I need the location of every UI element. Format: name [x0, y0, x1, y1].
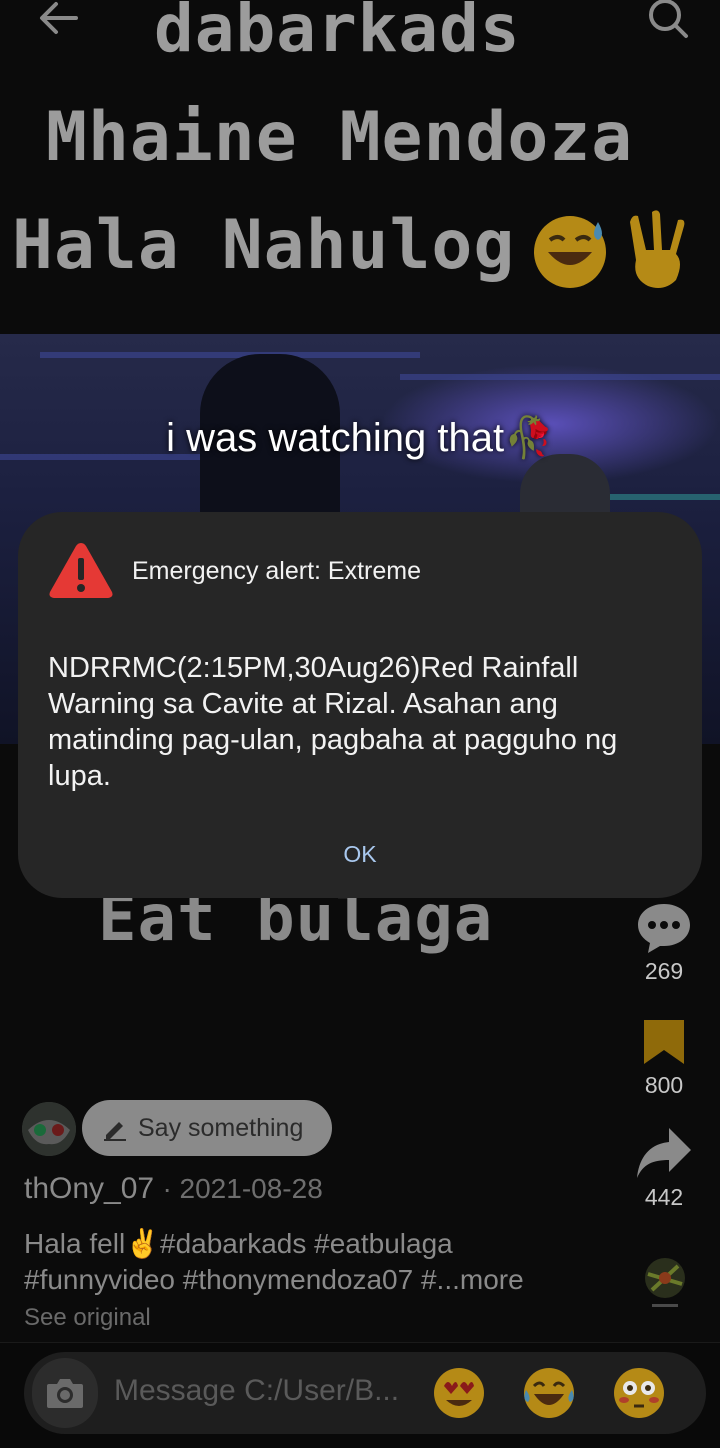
camera-button[interactable]	[32, 1358, 98, 1428]
comment-count: 269	[644, 958, 684, 984]
back-arrow-icon[interactable]	[36, 0, 80, 36]
bookmark-action[interactable]: 800	[624, 1018, 704, 1099]
comment-icon	[638, 904, 690, 953]
alert-title: Emergency alert: Extreme	[132, 557, 421, 585]
peace-hand-emoji-icon	[630, 210, 685, 288]
see-original-link[interactable]: See original	[24, 1304, 151, 1332]
flushed-emoji-icon[interactable]	[612, 1366, 666, 1420]
overlay-text-line-3: Hala Nahulog	[12, 206, 516, 285]
share-arrow-icon	[637, 1128, 691, 1178]
say-something-button[interactable]: Say something	[82, 1100, 332, 1156]
avatar-mask-icon	[22, 1102, 76, 1156]
bookmark-icon	[644, 1020, 684, 1064]
tears-of-joy-emoji-icon[interactable]	[522, 1366, 576, 1420]
author-name[interactable]: thOny_07	[24, 1172, 154, 1205]
music-disc-icon[interactable]	[638, 1254, 692, 1316]
post-date: · 2021-08-28	[162, 1173, 323, 1204]
video-caption: i was watching that🥀	[166, 416, 554, 460]
camera-icon	[47, 1379, 83, 1408]
share-count: 442	[644, 1184, 684, 1210]
bookmark-count: 800	[644, 1072, 684, 1098]
say-something-label: Say something	[138, 1113, 304, 1142]
author-avatar[interactable]	[22, 1102, 76, 1156]
comment-action[interactable]: 269	[624, 900, 704, 985]
warning-triangle-icon	[49, 543, 113, 598]
author-line: thOny_07 · 2021-08-28	[24, 1172, 323, 1206]
video-post-screen: dabarkads Mhaine Mendoza Hala Nahulog i …	[0, 0, 720, 1448]
share-action[interactable]: 442	[624, 1126, 704, 1211]
sweat-smile-emoji-icon	[534, 216, 606, 288]
heart-eyes-emoji-icon[interactable]	[432, 1366, 486, 1420]
message-input[interactable]	[114, 1374, 414, 1408]
search-icon[interactable]	[644, 0, 692, 40]
overlay-text-line-2: Mhaine Mendoza	[46, 98, 634, 177]
pencil-icon	[104, 1122, 126, 1141]
rose-emoji-icon: 🥀	[504, 416, 554, 460]
overlay-text-line-1: dabarkads	[154, 0, 521, 67]
alert-message: NDRRMC(2:15PM,30Aug26)Red Rainfall Warni…	[48, 652, 618, 792]
post-description[interactable]: Hala fell✌#dabarkads #eatbulaga #funnyvi…	[24, 1226, 604, 1298]
ok-button[interactable]: OK	[320, 832, 400, 876]
